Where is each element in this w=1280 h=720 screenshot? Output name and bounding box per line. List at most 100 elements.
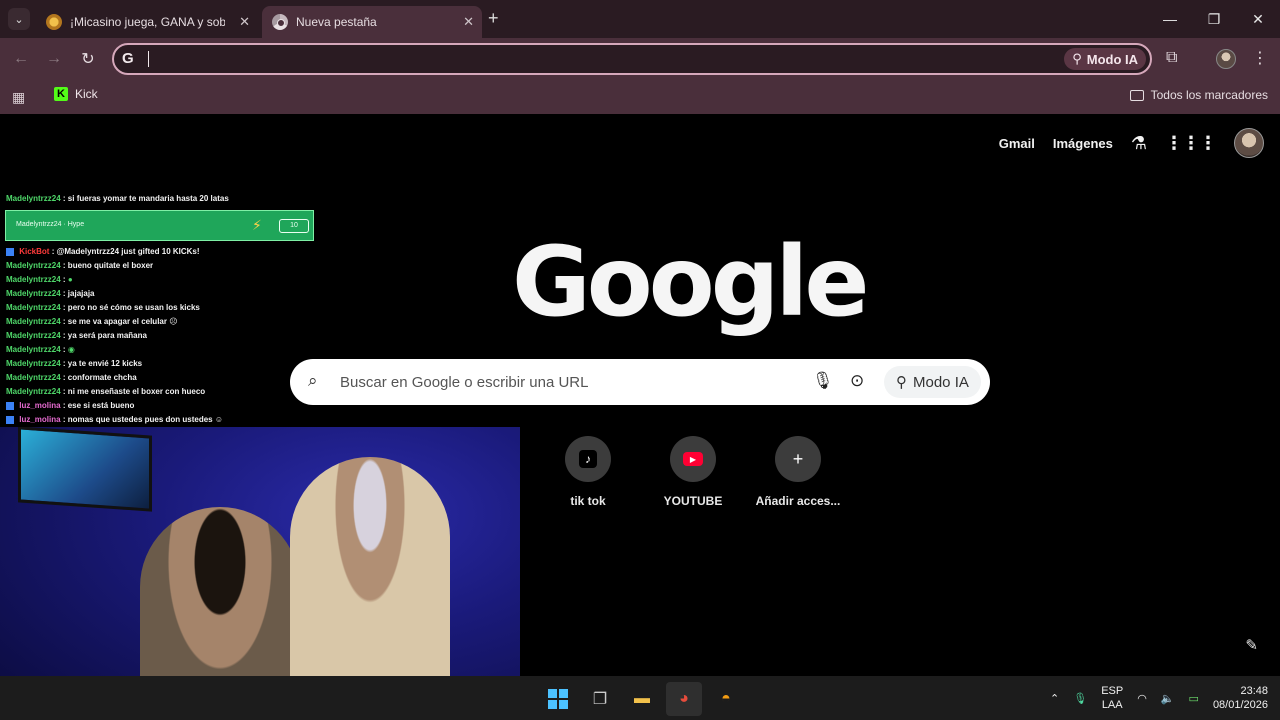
chat-username: Madelyntrzz24 [6, 194, 61, 203]
hype-text: Madelyntrzz24 · Hype [16, 221, 85, 228]
chat-username: Madelyntrzz24 [6, 387, 61, 396]
labs-flask-icon[interactable]: ⚗ [1131, 133, 1147, 154]
lens-camera-icon[interactable]: ⊙ [850, 371, 864, 391]
restore-icon[interactable]: ❐ [1192, 0, 1236, 38]
chat-text: : si fueras yomar te mandaria hasta 20 l… [62, 194, 229, 203]
microphone-icon[interactable]: 🎙 [1073, 692, 1087, 705]
wifi-icon[interactable]: ◠ [1137, 692, 1147, 705]
task-view-button[interactable]: ❐ [582, 682, 618, 716]
folder-icon [1129, 89, 1144, 101]
account-avatar[interactable] [1234, 128, 1264, 158]
lightning-bolt-icon: ⚡ [252, 217, 262, 233]
chat-username: Madelyntrzz24 [6, 359, 61, 368]
reload-icon[interactable]: ↻ [77, 48, 99, 70]
ntp-header: Gmail Imágenes ⚗ ⋮⋮⋮ [999, 128, 1264, 158]
plus-icon: + [792, 448, 804, 469]
customize-pencil-icon[interactable]: ✎ [1245, 636, 1258, 654]
chat-username: Madelyntrzz24 [6, 331, 61, 340]
lang-layout: LAA [1101, 699, 1123, 711]
address-bar[interactable]: G ⚲ Modo IA [112, 43, 1152, 75]
extensions-puzzle-icon[interactable]: ⧉ [1166, 49, 1177, 67]
ai-mode-label: Modo IA [913, 373, 969, 391]
tab-search-button[interactable]: ⌄ [8, 8, 30, 30]
bookmark-kick[interactable]: K Kick [54, 87, 98, 101]
emoji-icon: ☺ [214, 415, 224, 424]
chat-message: KickBot : @Madelyntrzz24 just gifted 10 … [6, 246, 200, 258]
google-apps-icon[interactable]: ⋮⋮⋮ [1165, 133, 1217, 154]
profile-avatar[interactable] [1216, 49, 1236, 69]
chat-username: Madelyntrzz24 [6, 317, 61, 326]
chat-username: luz_molina [19, 415, 61, 424]
app-taskbar-button[interactable]: ◓ [708, 682, 744, 716]
tab-micasino[interactable]: ¡Micasino juega, GANA y sobre ✕ [36, 6, 258, 38]
chat-text: : se me va apagar el celular [62, 317, 167, 326]
chat-username: Madelyntrzz24 [6, 261, 61, 270]
apps-grid-icon[interactable]: ▦ [12, 89, 25, 106]
chat-text: : jajajaja [62, 289, 95, 298]
chat-text: : ya será para mañana [62, 331, 147, 340]
browser-toolbar: ← → ↻ G ⚲ Modo IA ⧉ [0, 38, 1280, 80]
images-link[interactable]: Imágenes [1053, 136, 1113, 151]
shortcut-youtube[interactable]: ▶ YOUTUBE [643, 436, 743, 508]
chrome-favicon-icon [272, 14, 288, 30]
sparkle-search-icon: ⚲ [1072, 51, 1082, 66]
close-tab-icon[interactable]: ✕ [463, 14, 474, 30]
file-explorer-button[interactable]: ▬ [624, 682, 660, 716]
windows-logo-icon [548, 689, 568, 709]
bookmark-label: Kick [75, 87, 98, 101]
volume-icon[interactable]: 🔈 [1161, 692, 1175, 705]
shortcut-label: YOUTUBE [663, 494, 723, 508]
clock-time: 23:48 [1240, 685, 1268, 697]
more-menu-icon[interactable]: ⋮ [1252, 48, 1268, 68]
chat-message: Madelyntrzz24 : conformate chcha [6, 372, 137, 384]
omnibox-ai-mode-button[interactable]: ⚲ Modo IA [1064, 48, 1146, 70]
shortcut-label: Añadir acces... [755, 494, 841, 508]
minimize-icon[interactable]: — [1148, 0, 1192, 38]
folder-icon: ▬ [634, 690, 650, 707]
gmail-link[interactable]: Gmail [999, 136, 1035, 151]
forward-arrow-icon[interactable]: → [43, 48, 65, 70]
tab-title: Nueva pestaña [296, 15, 377, 29]
chat-message: Madelyntrzz24 : se me va apagar el celul… [6, 316, 178, 328]
microphone-icon[interactable]: 🎙 [812, 371, 834, 391]
shortcut-icon-circle: + [775, 436, 821, 482]
chat-text: : ese si está bueno [62, 401, 135, 410]
chat-message: Madelyntrzz24 : ● [6, 274, 73, 286]
text-cursor [148, 51, 149, 67]
ai-mode-label: Modo IA [1086, 51, 1138, 67]
chat-message: luz_molina : nomas que ustedes pues don … [6, 414, 223, 426]
chat-text: : ya te envié 12 kicks [62, 359, 143, 368]
chat-text: : bueno quitate el boxer [62, 261, 154, 270]
shortcut-add[interactable]: + Añadir acces... [748, 436, 848, 508]
tab-new-tab[interactable]: Nueva pestaña ✕ [262, 6, 482, 38]
tab-title: ¡Micasino juega, GANA y sobre [70, 15, 225, 29]
chevron-down-icon: ⌄ [14, 13, 24, 26]
tiktok-icon: ♪ [579, 450, 597, 468]
shortcut-tiktok[interactable]: ♪ tik tok [538, 436, 638, 508]
taskbar-apps: ❐ ▬ ◕ ◓ [540, 682, 744, 716]
start-button[interactable] [540, 682, 576, 716]
close-window-icon[interactable]: ✕ [1236, 0, 1280, 38]
shortcut-icon-circle: ♪ [565, 436, 611, 482]
chat-message: Madelyntrzz24 : ◉ [6, 344, 75, 356]
chrome-taskbar-button[interactable]: ◕ [666, 682, 702, 716]
window-controls: — ❐ ✕ [1148, 0, 1280, 38]
chat-message: Madelyntrzz24 : jajajaja [6, 288, 95, 300]
close-tab-icon[interactable]: ✕ [239, 14, 250, 30]
system-tray: ⌃ 🎙 ESP LAA ◠ 🔈 ▭ 23:48 08/01/2026 [1050, 676, 1268, 720]
ai-mode-button[interactable]: ⚲ Modo IA [884, 366, 981, 398]
back-arrow-icon[interactable]: ← [10, 48, 32, 70]
chat-username: luz_molina [19, 401, 61, 410]
chevron-up-icon[interactable]: ⌃ [1050, 692, 1059, 705]
clock[interactable]: 23:48 08/01/2026 [1213, 684, 1268, 712]
chat-text: : ni me enseñaste el boxer con hueco [62, 387, 206, 396]
google-logo: Google [512, 226, 869, 338]
chat-text: : pero no sé cómo se usan los kicks [62, 303, 200, 312]
all-bookmarks-button[interactable]: Todos los marcadores [1129, 88, 1268, 102]
lang-code: ESP [1101, 685, 1124, 697]
new-tab-plus-icon[interactable]: + [488, 8, 499, 29]
battery-icon[interactable]: ▭ [1189, 692, 1199, 705]
stream-chat-overlay: Madelyntrzz24 : si fueras yomar te manda… [0, 192, 520, 428]
chat-message: luz_molina : ese si está bueno [6, 400, 134, 412]
language-indicator[interactable]: ESP LAA [1101, 684, 1123, 712]
